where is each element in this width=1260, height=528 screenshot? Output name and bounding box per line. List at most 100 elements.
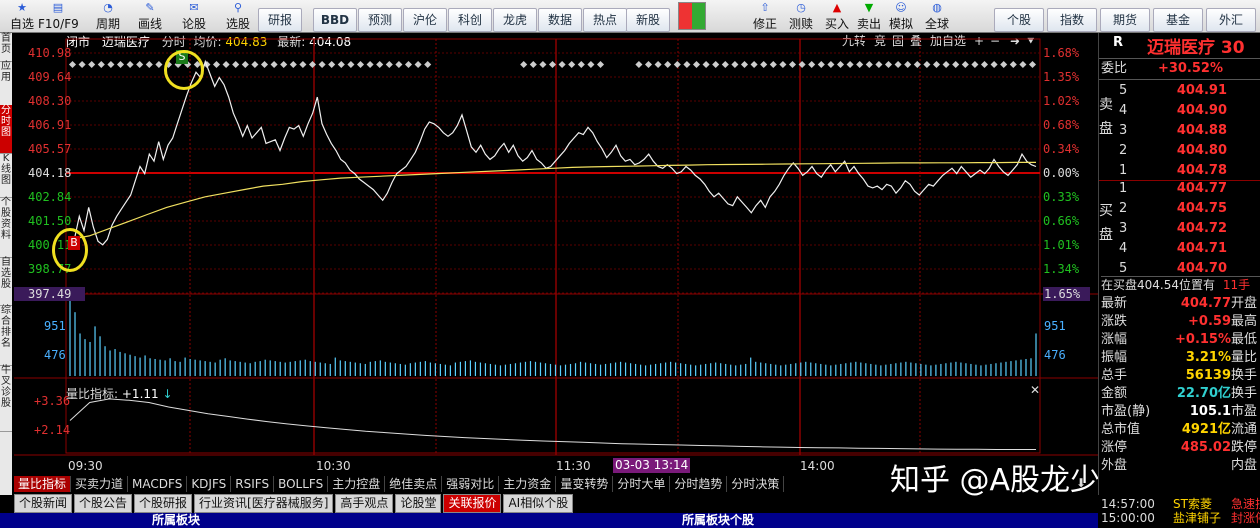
toolbar-kechuang-button[interactable]: 科创 <box>448 8 492 32</box>
stat-label: 涨幅 <box>1101 332 1128 347</box>
stat-label-2: 内盘 <box>1231 458 1258 473</box>
stat-label-2: 量比 <box>1231 350 1258 365</box>
toolbar-yuce-button[interactable]: 预测 <box>358 8 402 32</box>
market-tab-0[interactable]: 个股 <box>994 8 1044 32</box>
toolbar-huaxian-button[interactable]: ✎ 画线 <box>130 0 170 32</box>
toolbar-lungu-button[interactable]: ✉ 论股 <box>174 0 214 32</box>
sell-level-4[interactable]: 4 404.90 <box>1099 101 1260 121</box>
alert-row[interactable]: 14:57:00 ST索菱 急速拉 <box>1099 497 1260 511</box>
indicator-tab-5[interactable]: BOLLFS <box>274 476 329 492</box>
toolbar-xiuzheng-label: 修正 <box>752 17 777 31</box>
stat-label: 金额 <box>1101 386 1128 401</box>
sell-level-2[interactable]: 2 404.80 <box>1099 141 1260 161</box>
event-diamond <box>587 60 595 69</box>
toolbar-maichu-button[interactable]: ▼ 卖出 <box>852 0 886 32</box>
indicator-tab-6[interactable]: 主力控盘 <box>328 476 386 492</box>
indicator-tab-9[interactable]: 主力资金 <box>499 476 557 492</box>
toolbar-quanqiu-button[interactable]: ◍ 全球 <box>920 0 954 32</box>
toolbar-xingu-button[interactable]: 新股 <box>626 8 670 32</box>
doc-icon: ▤ <box>52 1 64 14</box>
stat-row: 总手 56139 换手 <box>1099 367 1260 385</box>
indicator-tab-3[interactable]: KDJFS <box>187 476 232 492</box>
stat-row: 涨跌 +0.59 最高 <box>1099 313 1260 331</box>
toolbar-redian-label: 热点 <box>592 13 617 27</box>
toolbar-xuangu-button[interactable]: ⚲ 选股 <box>218 0 258 32</box>
intraday-chart[interactable] <box>0 33 1098 473</box>
toolbar-hugang-label: 沪伦 <box>412 13 437 27</box>
toolbar-f10-label: F10/F9 <box>38 17 79 31</box>
market-tab-3[interactable]: 基金 <box>1153 8 1203 32</box>
event-diamond <box>395 60 403 69</box>
stat-label-2: 开盘 <box>1231 296 1258 311</box>
main-toolbar: ★ 自选 ▤ F10/F9 ◔ 周期 ✎ 画线 ✉ 论股 ⚲ 选股 研报 BBD 预测 沪伦 科创 龙虎 数据 热点… <box>0 0 1260 33</box>
percent-tick: 0.68% <box>1043 118 1080 132</box>
buy-level-4[interactable]: 4 404.71 <box>1099 239 1260 259</box>
toolbar-moni-label: 模拟 <box>888 17 913 31</box>
news-tab-4[interactable]: 高手观点 <box>335 494 394 513</box>
toolbar-redian-button[interactable]: 热点 <box>583 8 627 32</box>
indicator-tab-4[interactable]: RSIFS <box>231 476 275 492</box>
toolbar-mairu-button[interactable]: ▲ 买入 <box>820 0 854 32</box>
news-tab-3[interactable]: 行业资讯[医疗器械服务] <box>194 494 334 513</box>
toolbar-bbd-button[interactable]: BBD <box>313 8 357 32</box>
sell-level-1[interactable]: 1 404.78 <box>1099 161 1260 181</box>
indicator-tab-10[interactable]: 量变转势 <box>556 476 614 492</box>
indicator-tab-1[interactable]: 买卖力道 <box>71 476 129 492</box>
stat-value: 105.1 <box>1189 404 1231 419</box>
news-tab-2[interactable]: 个股研报 <box>134 494 193 513</box>
indicator-tab-2[interactable]: MACDFS <box>128 476 188 492</box>
sell-level-price: 404.78 <box>1176 163 1227 178</box>
percent-tick: 1.34% <box>1043 262 1080 276</box>
market-tab-4[interactable]: 外汇 <box>1206 8 1256 32</box>
toolbar-zixuan-button[interactable]: ★ 自选 <box>2 0 42 32</box>
indicator-tab-12[interactable]: 分时趋势 <box>670 476 728 492</box>
alert-row[interactable]: 15:00:00 盐津铺子封涨停 <box>1099 511 1260 525</box>
event-diamond <box>116 60 125 69</box>
toolbar-f10-button[interactable]: ▤ F10/F9 <box>38 0 79 32</box>
event-diamond <box>404 60 413 69</box>
indicator-tab-8[interactable]: 强弱对比 <box>442 476 500 492</box>
indicator-tab-13[interactable]: 分时决策 <box>727 476 785 492</box>
news-tab-1[interactable]: 个股公告 <box>74 494 133 513</box>
toolbar-celu-button[interactable]: ◷ 测赎 <box>784 0 818 32</box>
buy-level-num: 3 <box>1119 221 1128 236</box>
buy-level-1[interactable]: 1 404.77 <box>1099 179 1260 199</box>
toolbar-zhouqi-button[interactable]: ◔ 周期 <box>88 0 128 32</box>
position-line: 在买盘404.54位置有 <box>1101 278 1215 292</box>
market-tab-label: 期货 <box>1112 13 1137 27</box>
ratio-tick: +2.14 <box>34 423 71 437</box>
event-diamond <box>635 60 643 69</box>
news-tab-7[interactable]: AI相似个股 <box>503 494 574 513</box>
stat-row: 总市值 4921亿 流通 <box>1099 421 1260 439</box>
indicator-tab-0[interactable]: 量比指标 <box>14 476 72 492</box>
toolbar-hugang-button[interactable]: 沪伦 <box>403 8 447 32</box>
news-tab-6[interactable]: 关联报价 <box>443 494 502 513</box>
event-diamond <box>875 60 883 69</box>
market-tab-2[interactable]: 期货 <box>1100 8 1150 32</box>
toolbar-xiuzheng-button[interactable]: ⇧ 修正 <box>748 0 782 32</box>
close-indicator-icon[interactable]: ✕ <box>1030 384 1042 396</box>
event-diamond <box>289 60 297 69</box>
cursor-time-label: 03-03 13:14 <box>613 458 691 473</box>
indicator-tab-7[interactable]: 绝佳卖点 <box>385 476 443 492</box>
stat-row: 最新 404.77 开盘 <box>1099 295 1260 313</box>
stat-value: +0.59 <box>1188 314 1231 329</box>
news-tab-5[interactable]: 论股堂 <box>395 494 442 513</box>
news-tab-0[interactable]: 个股新闻 <box>14 494 73 513</box>
buy-level-2[interactable]: 2 404.75 <box>1099 199 1260 219</box>
market-tab-1[interactable]: 指数 <box>1047 8 1097 32</box>
toolbar-yanbao-button[interactable]: 研报 <box>258 8 302 32</box>
buy-level-3[interactable]: 3 404.72 <box>1099 219 1260 239</box>
clock-icon: ◔ <box>103 1 113 14</box>
stat-row: 振幅 3.21% 量比 <box>1099 349 1260 367</box>
sell-level-3[interactable]: 3 404.88 <box>1099 121 1260 141</box>
event-diamond <box>923 60 931 69</box>
event-diamond <box>788 60 797 69</box>
event-diamond <box>424 60 432 69</box>
sell-level-5[interactable]: 5 404.91 <box>1099 81 1260 101</box>
toolbar-longhu-button[interactable]: 龙虎 <box>493 8 537 32</box>
indicator-tab-11[interactable]: 分时大单 <box>613 476 671 492</box>
up-arrow-icon: ⇧ <box>760 1 770 14</box>
toolbar-shuju-button[interactable]: 数据 <box>538 8 582 32</box>
toolbar-moni-button[interactable]: ☺ 模拟 <box>884 0 918 32</box>
